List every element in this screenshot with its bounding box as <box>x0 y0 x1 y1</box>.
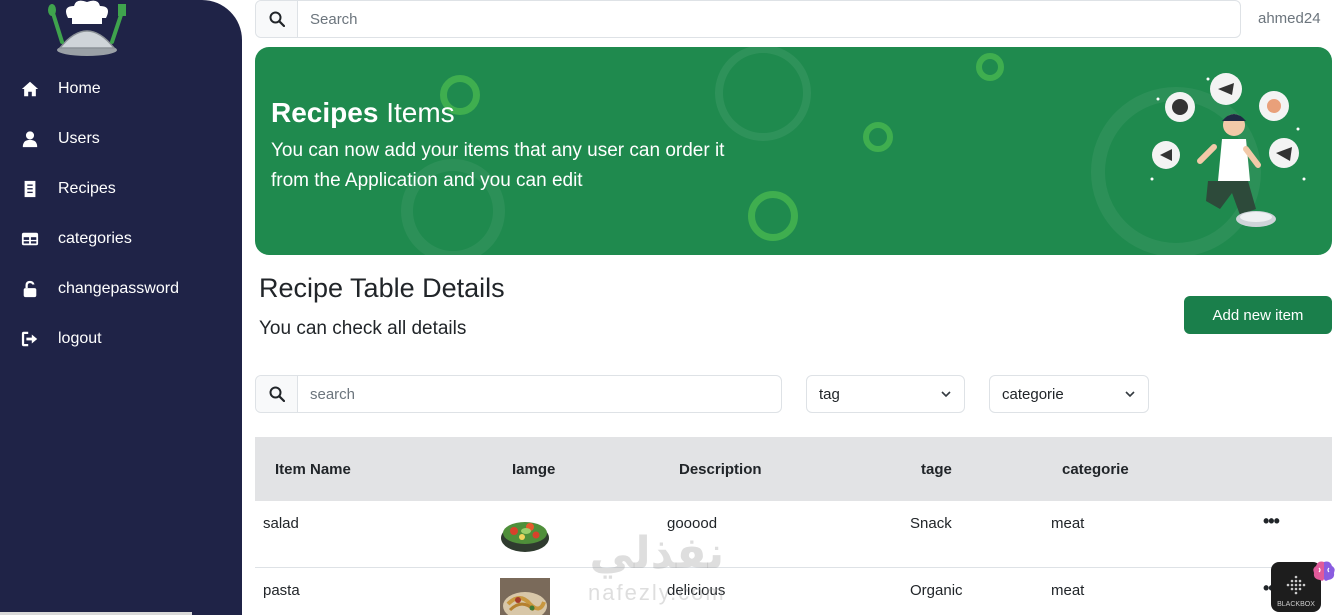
cell-description: gooood <box>667 515 718 532</box>
column-header-image: Iamge <box>512 460 556 478</box>
banner-line-2: from the Application and you can edit <box>271 170 583 191</box>
sidebar-item-label: categories <box>58 230 132 247</box>
tag-select[interactable]: tag <box>806 375 965 413</box>
hero-banner: Recipes Items You can now add your items… <box>255 47 1332 255</box>
cell-category: meat <box>1051 582 1085 599</box>
chef-logo-icon[interactable] <box>46 0 128 58</box>
decorative-ring <box>715 47 811 141</box>
sidebar-item-categories[interactable]: categories <box>0 214 242 264</box>
sidebar-item-changepassword[interactable]: changepassword <box>0 264 242 314</box>
sidebar-item-recipes[interactable]: Recipes <box>0 164 242 214</box>
cell-tag: Snack <box>910 515 952 532</box>
table-search-bar <box>255 375 782 413</box>
sidebar-item-logout[interactable]: logout <box>0 314 242 364</box>
cell-item-name: salad <box>263 515 299 532</box>
sidebar-item-users[interactable]: Users <box>0 114 242 164</box>
table-row: salad gooood Snack meat ••• <box>255 501 1332 568</box>
salad-image <box>501 522 549 552</box>
decorative-ring <box>748 191 798 241</box>
app-root: Home Users Recipes categories changepass… <box>0 0 1338 615</box>
chevron-down-icon <box>1125 391 1135 398</box>
sidebar: Home Users Recipes categories changepass… <box>0 0 242 615</box>
chevron-down-icon <box>941 391 951 398</box>
category-select[interactable]: categorie <box>989 375 1149 413</box>
banner-title: Recipes Items <box>271 97 455 129</box>
table-row: pasta delicious Organic meat ••• <box>255 568 1332 615</box>
search-input[interactable] <box>298 2 1240 36</box>
table-search-input[interactable] <box>298 377 781 411</box>
table-header: Item Name Iamge Description tage categor… <box>255 437 1332 501</box>
sidebar-item-label: Home <box>58 80 101 97</box>
decorative-ring <box>863 122 893 152</box>
recipes-icon <box>20 179 40 199</box>
page-subtitle: You can check all details <box>259 318 467 339</box>
banner-line-1: You can now add your items that any user… <box>271 140 725 161</box>
row-actions-menu-icon[interactable]: ••• <box>1263 511 1280 532</box>
recipes-table: Item Name Iamge Description tage categor… <box>255 437 1332 615</box>
blackbox-label: BLACKBOX <box>1277 601 1315 608</box>
column-header-tag: tage <box>921 460 952 478</box>
pasta-image <box>500 578 550 615</box>
sidebar-item-home[interactable]: Home <box>0 64 242 114</box>
sidebar-item-label: Users <box>58 130 100 147</box>
cell-category: meat <box>1051 515 1085 532</box>
search-icon[interactable] <box>256 376 298 412</box>
username-label[interactable]: ahmed24 <box>1258 10 1321 27</box>
banner-title-bold: Recipes <box>271 97 379 128</box>
unlock-icon <box>20 279 40 299</box>
top-search-bar <box>255 0 1241 38</box>
column-header-item-name: Item Name <box>275 460 351 478</box>
sidebar-item-label: logout <box>58 330 102 347</box>
add-new-item-button[interactable]: Add new item <box>1184 296 1332 334</box>
user-icon <box>20 129 40 149</box>
tag-select-value: tag <box>819 385 840 403</box>
chef-illustration-icon <box>1150 73 1306 227</box>
grid-icon <box>20 229 40 249</box>
cell-item-name: pasta <box>263 582 300 599</box>
page-title: Recipe Table Details <box>259 273 505 303</box>
cell-tag: Organic <box>910 582 963 599</box>
decorative-ring <box>976 53 1004 81</box>
sidebar-item-label: Recipes <box>58 180 116 197</box>
brain-icon[interactable] <box>1312 560 1336 582</box>
logout-icon <box>20 329 40 349</box>
banner-title-rest: Items <box>386 97 455 128</box>
cell-description: delicious <box>667 582 726 599</box>
banner-description: You can now add your items that any user… <box>271 136 771 196</box>
home-icon <box>20 79 40 99</box>
column-header-description: Description <box>679 460 762 478</box>
column-header-category: categorie <box>1062 460 1129 478</box>
sidebar-item-label: changepassword <box>58 280 179 297</box>
blackbox-logo-icon <box>1286 575 1306 595</box>
sidebar-nav: Home Users Recipes categories changepass… <box>0 64 242 364</box>
category-select-value: categorie <box>1002 385 1064 403</box>
search-icon[interactable] <box>256 1 298 37</box>
